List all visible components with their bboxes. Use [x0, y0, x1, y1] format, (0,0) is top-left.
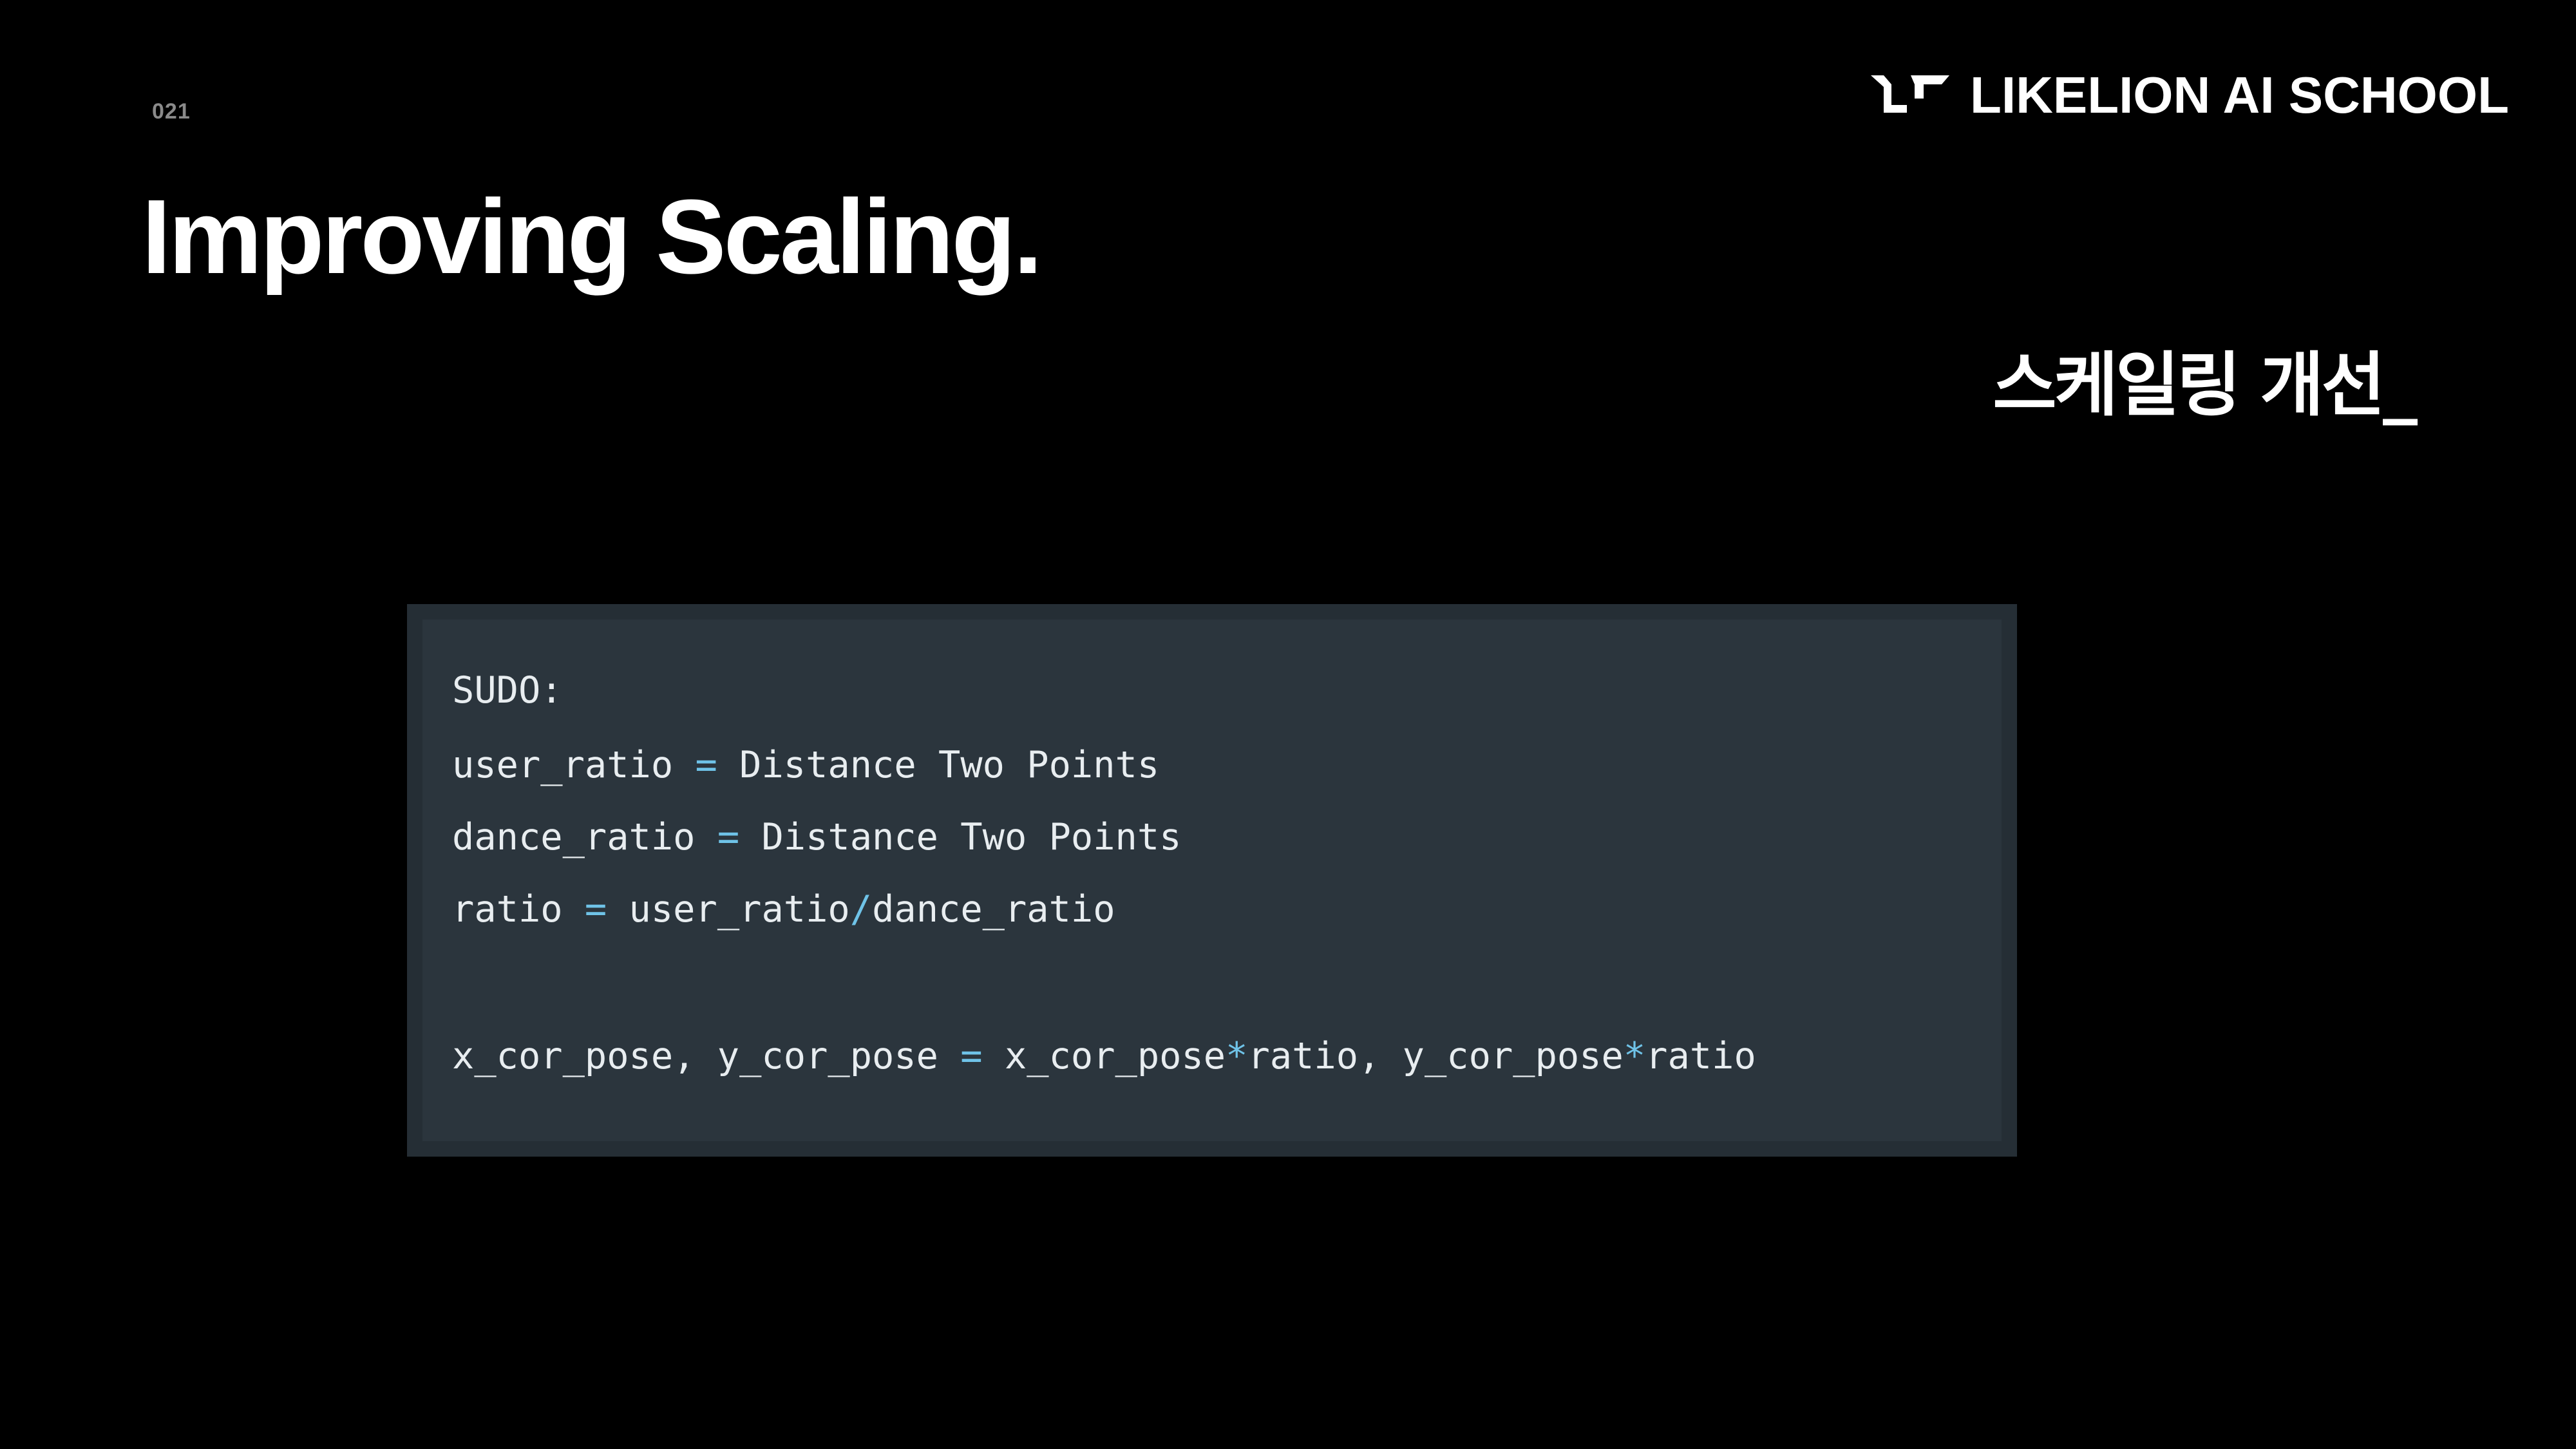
likelion-logo-icon	[1870, 75, 1949, 113]
slide-number: 021	[152, 99, 191, 124]
code-line: user_ratio = Distance Two Points	[452, 744, 1160, 786]
code-line: dance_ratio = Distance Two Points	[452, 816, 1182, 858]
brand-logo: LIKELION AI SCHOOL	[1870, 70, 2509, 121]
code-line: SUDO:	[452, 669, 563, 712]
page-title: Improving Scaling.	[142, 178, 1043, 296]
code-line: ratio = user_ratio/dance_ratio	[452, 888, 1115, 931]
page-subtitle: 스케일링 개선_	[1993, 345, 2418, 426]
brand-name: LIKELION AI SCHOOL	[1969, 66, 2509, 124]
code-line: x_cor_pose, y_cor_pose = x_cor_pose*rati…	[452, 1035, 1756, 1077]
code-block: SUDO: user_ratio = Distance Two Points d…	[407, 604, 2017, 1157]
